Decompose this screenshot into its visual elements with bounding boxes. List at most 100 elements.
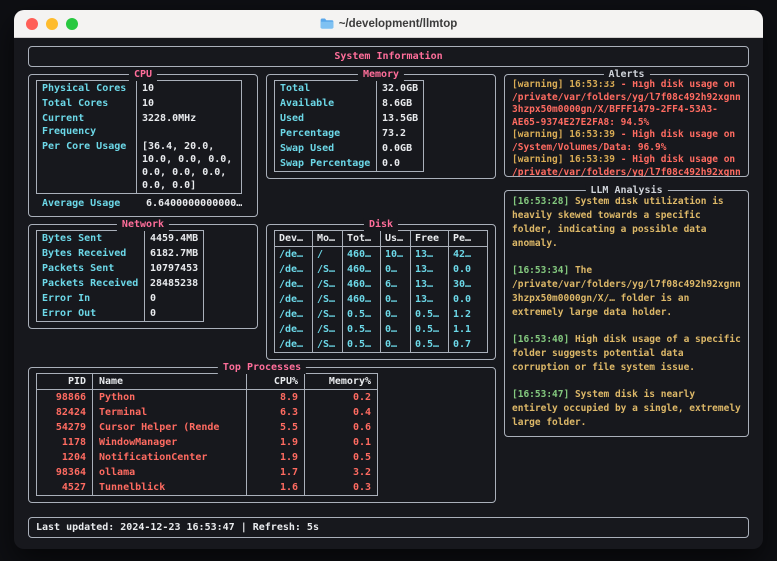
disk-col-header: Mo…: [312, 230, 343, 247]
table-row: 4527 Tunnelblick 1.6 0.3: [37, 480, 378, 496]
disk-table: Dev… Mo… Tot… Us… Free Pe… /de…/460… 10… 1…: [274, 230, 488, 353]
memory-panel-body: Total 32.0GB Available 8.6GB Used 13.5GB Pe…: [267, 75, 495, 178]
disk-header-row: Dev… Mo… Tot… Us… Free Pe…: [274, 230, 488, 247]
process-cpu: 6.3: [246, 405, 305, 420]
alert-separator: -: [620, 129, 627, 140]
zoom-button[interactable]: [66, 17, 78, 30]
network-value: 6182.7MB: [143, 246, 204, 261]
disk-cell: 0.7: [448, 337, 488, 353]
cpu-label: Per Core Usage: [42, 141, 127, 152]
process-memory: 0.3: [304, 480, 378, 496]
llm-timestamp: [16:53:34]: [512, 265, 570, 276]
table-row: /de…/S… 0.5… 0… 0.5… 1.1: [275, 322, 488, 337]
disk-col-header: Dev…: [274, 230, 313, 247]
memory-value: 13.5GB: [375, 111, 424, 126]
alert-time: 16:53:39: [569, 154, 615, 165]
network-label: Packets Received: [42, 278, 139, 289]
table-row: Total 32.0GB: [275, 80, 424, 96]
network-value: 0: [143, 306, 204, 322]
disk-col-header: Pe…: [448, 230, 488, 247]
cpu-table: Physical Cores 10 Total Cores 10 Current F…: [36, 80, 242, 194]
memory-label: Percentage: [280, 128, 341, 139]
disk-cell: 13…: [410, 246, 449, 262]
disk-cell: 42…: [448, 246, 488, 262]
llm-analysis-list: [16:53:28] System disk utilization is he…: [505, 191, 748, 436]
llm-analysis-item: [16:53:47] System disk is nearly entirel…: [512, 388, 741, 430]
table-row: Used 13.5GB: [275, 111, 424, 126]
network-value: 0: [143, 291, 204, 306]
table-row: Total Cores 10: [37, 96, 242, 111]
table-row: Packets Sent 10797453: [37, 261, 204, 276]
cpu-label: Current Frequency: [42, 113, 97, 137]
disk-cell: /de…: [279, 294, 304, 305]
window-titlebar: ~/development/llmtop: [14, 10, 763, 38]
table-row: /de… /S… 460… 6… 13… 30…: [275, 277, 488, 292]
disk-cell: 0.5…: [342, 322, 381, 337]
table-row: Packets Received 28485238: [37, 276, 204, 291]
disk-cell: /S…: [312, 307, 343, 322]
disk-cell: 0.0: [448, 262, 488, 277]
cpu-value: [36.4, 20.0, 10.0, 0.0, 0.0, 0.0, 0.0, 0…: [136, 139, 242, 194]
process-name: Python: [92, 389, 247, 405]
disk-cell: /S…: [312, 277, 343, 292]
cpu-panel-body: Physical Cores 10 Total Cores 10 Current F…: [29, 75, 257, 216]
cpu-panel: CPU Physical Cores 10 Total Cores 10 Curre…: [28, 68, 258, 217]
network-value: 10797453: [143, 261, 204, 276]
table-row: /de…/S… 0.5… 0… 0.5… 1.2: [275, 307, 488, 322]
disk-cell: 0…: [380, 322, 411, 337]
disk-cell: 460…: [342, 277, 381, 292]
llm-analysis-item: [16:53:34] The /private/var/folders/yg/l…: [512, 264, 741, 320]
process-cpu: 8.9: [246, 389, 305, 405]
process-memory: 3.2: [304, 465, 378, 480]
alert-level: [warning]: [512, 129, 564, 140]
disk-panel: Disk Dev… Mo… Tot… Us… Free Pe… /de… / 4…: [266, 218, 496, 360]
table-row: Available 8.6GB: [275, 96, 424, 111]
table-row: Swap Percentage 0.0: [275, 156, 424, 172]
disk-cell: 0.5…: [342, 337, 381, 353]
table-row: /de…/S… 0.5… 0… 0.5… 0.7: [275, 337, 488, 353]
status-text: Last updated: 2024-12-23 16:53:47 | Refr…: [36, 522, 319, 533]
table-row: 1178 WindowManager 1.9 0.1: [37, 435, 378, 450]
memory-label: Used: [280, 113, 305, 124]
top-panel-row: CPU Physical Cores 10 Total Cores 10 Curre…: [28, 67, 496, 217]
close-button[interactable]: [26, 17, 38, 30]
table-row: Error In 0: [37, 291, 204, 306]
process-pid: 82424: [55, 407, 86, 418]
cpu-average-row: Average Usage 6.6400000000000…: [36, 197, 250, 210]
disk-cell: 0.0: [448, 292, 488, 307]
alerts-panel: Alerts [warning] 16:53:33 - High disk us…: [504, 68, 749, 177]
table-row: Physical Cores 10: [37, 80, 242, 96]
top-processes-panel: Top Processes PID Name CPU% Memory% 9886…: [28, 361, 496, 503]
table-row: 54279 Cursor Helper (Rende 5.5 0.6: [37, 420, 378, 435]
process-pid: 54279: [55, 422, 86, 433]
process-cpu: 1.9: [246, 450, 305, 465]
disk-cell: 460…: [342, 292, 381, 307]
cpu-panel-title: CPU: [128, 68, 158, 81]
llm-timestamp: [16:53:40]: [512, 334, 570, 345]
alert-item: [warning] 16:53:39 - High disk usage on …: [512, 129, 741, 154]
middle-panel-row: Network Bytes Sent 4459.4MB Bytes Receive…: [28, 217, 496, 360]
memory-value: 73.2: [375, 126, 424, 141]
process-name: WindowManager: [92, 435, 247, 450]
disk-panel-title: Disk: [363, 218, 399, 231]
memory-table: Total 32.0GB Available 8.6GB Used 13.5GB Pe…: [274, 80, 425, 172]
alert-time: 16:53:39: [569, 129, 615, 140]
window-title: ~/development/llmtop: [14, 18, 763, 30]
process-cpu: 1.6: [246, 480, 305, 496]
disk-col-header: Tot…: [342, 230, 381, 247]
disk-cell: /de…: [279, 324, 304, 335]
network-panel-body: Bytes Sent 4459.4MB Bytes Received 6182.7M…: [29, 225, 257, 328]
disk-cell: 0.5…: [410, 307, 449, 322]
disk-cell: /S…: [312, 292, 343, 307]
process-memory: 0.2: [304, 389, 378, 405]
alert-level: [warning]: [512, 79, 564, 90]
llm-timestamp: [16:53:47]: [512, 389, 570, 400]
alerts-panel-title: Alerts: [603, 68, 650, 81]
table-row: 1204 NotificationCenter 1.9 0.5: [37, 450, 378, 465]
network-label: Packets Sent: [42, 263, 115, 274]
minimize-button[interactable]: [46, 17, 58, 30]
network-label: Error Out: [42, 308, 97, 319]
alert-item: [warning] 16:53:33 - High disk usage on …: [512, 79, 741, 129]
process-memory: 0.6: [304, 420, 378, 435]
table-row: Bytes Received 6182.7MB: [37, 246, 204, 261]
